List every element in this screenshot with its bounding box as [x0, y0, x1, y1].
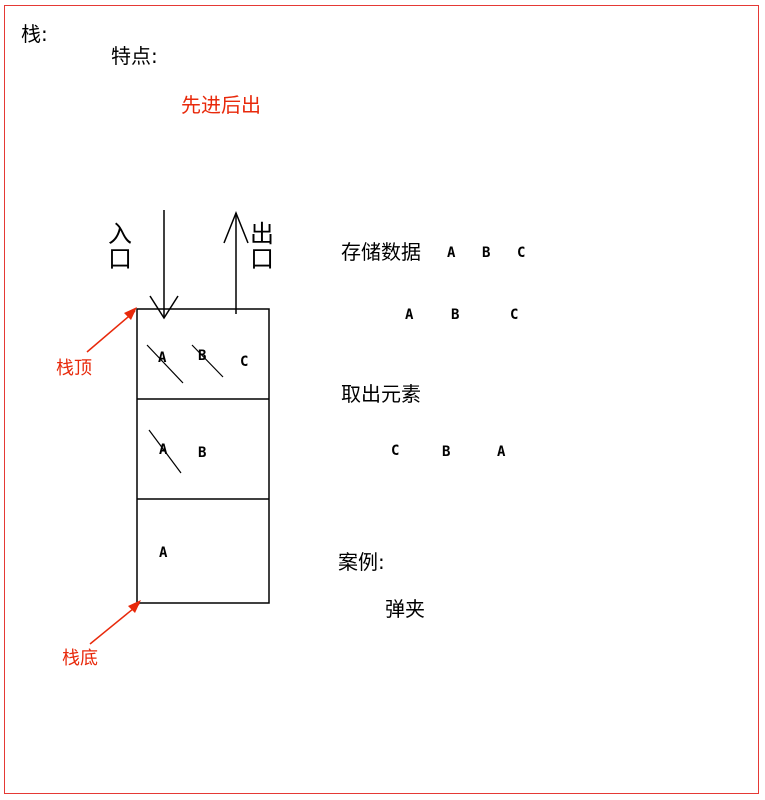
stack-top-label: 栈顶: [56, 358, 92, 379]
store-seq-item: A: [447, 245, 456, 261]
stack-cell-item: B: [198, 445, 207, 461]
store-seq2-item: C: [510, 307, 519, 323]
in-label: 入口: [108, 220, 132, 273]
stack-cell-item: A: [159, 545, 168, 561]
example-label: 案例:: [338, 550, 385, 574]
store-label: 存储数据: [341, 240, 421, 264]
retrieve-seq-item: C: [391, 443, 400, 459]
example-value: 弹夹: [385, 597, 425, 621]
retrieve-seq-item: A: [497, 444, 506, 460]
stack-cell-item: B: [198, 348, 207, 364]
feature-label: 特点:: [111, 44, 158, 68]
strike-mark: [191, 344, 224, 378]
stack-cell-item: C: [240, 354, 249, 370]
top-pointer: [86, 310, 136, 353]
stack-bottom-label: 栈底: [62, 648, 98, 669]
store-seq-item: C: [517, 245, 526, 261]
retrieve-label: 取出元素: [341, 382, 421, 406]
store-seq2-item: A: [405, 307, 414, 323]
out-label: 出口: [250, 220, 274, 273]
store-seq-item: B: [482, 245, 491, 261]
store-seq2-item: B: [451, 307, 460, 323]
bottom-pointer: [89, 603, 140, 645]
retrieve-seq-item: B: [442, 444, 451, 460]
feature-value: 先进后出: [181, 93, 261, 117]
page-title: 栈:: [21, 22, 48, 46]
stack-cell-item: A: [158, 350, 167, 366]
stack-cell-item: A: [159, 442, 168, 458]
